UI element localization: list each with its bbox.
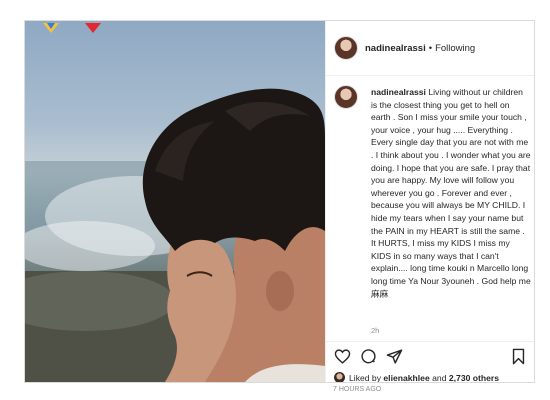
caption-text: Living without ur children is the closes… (371, 87, 531, 299)
caption-time: 2h (371, 326, 380, 335)
heart-icon[interactable] (334, 348, 351, 365)
header-separator: • (428, 42, 433, 54)
post-side-panel: nadinealrassi • Following nadinealrassi … (325, 21, 534, 383)
caption-author-avatar[interactable] (334, 85, 358, 109)
share-icon[interactable] (386, 348, 403, 365)
comments-area: nadinealrassi Living without ur children… (326, 76, 534, 341)
post-photo[interactable] (25, 21, 325, 382)
action-icons (334, 348, 403, 365)
caption-username[interactable]: nadinealrassi (371, 87, 426, 97)
liker-avatar[interactable] (334, 372, 345, 382)
posted-ago: 7 HOURS AGO (333, 386, 382, 393)
photo-scene (25, 88, 325, 382)
bookmark-icon[interactable] (511, 348, 526, 365)
post-modal: nadinealrassi • Following nadinealrassi … (24, 20, 535, 383)
comment-icon[interactable] (360, 348, 377, 365)
likes-conjunction: and (432, 372, 447, 383)
likes-line: Liked by elienakhlee and 2,730 others (334, 372, 499, 383)
post-caption: nadinealrassi Living without ur children… (371, 86, 531, 300)
heart-sticker-icon (85, 23, 101, 33)
post-actions: Liked by elienakhlee and 2,730 others (326, 341, 534, 383)
likes-prefix: Liked by (349, 372, 382, 383)
following-button[interactable]: Following (435, 43, 475, 54)
save-button[interactable] (511, 348, 526, 365)
liker-username[interactable]: elienakhlee (383, 373, 429, 383)
star-sticker-icon (43, 23, 59, 33)
author-avatar[interactable] (334, 36, 358, 60)
author-username[interactable]: nadinealrassi (365, 43, 426, 54)
post-header: nadinealrassi • Following (326, 21, 534, 76)
likes-count[interactable]: 2,730 others (449, 373, 499, 383)
